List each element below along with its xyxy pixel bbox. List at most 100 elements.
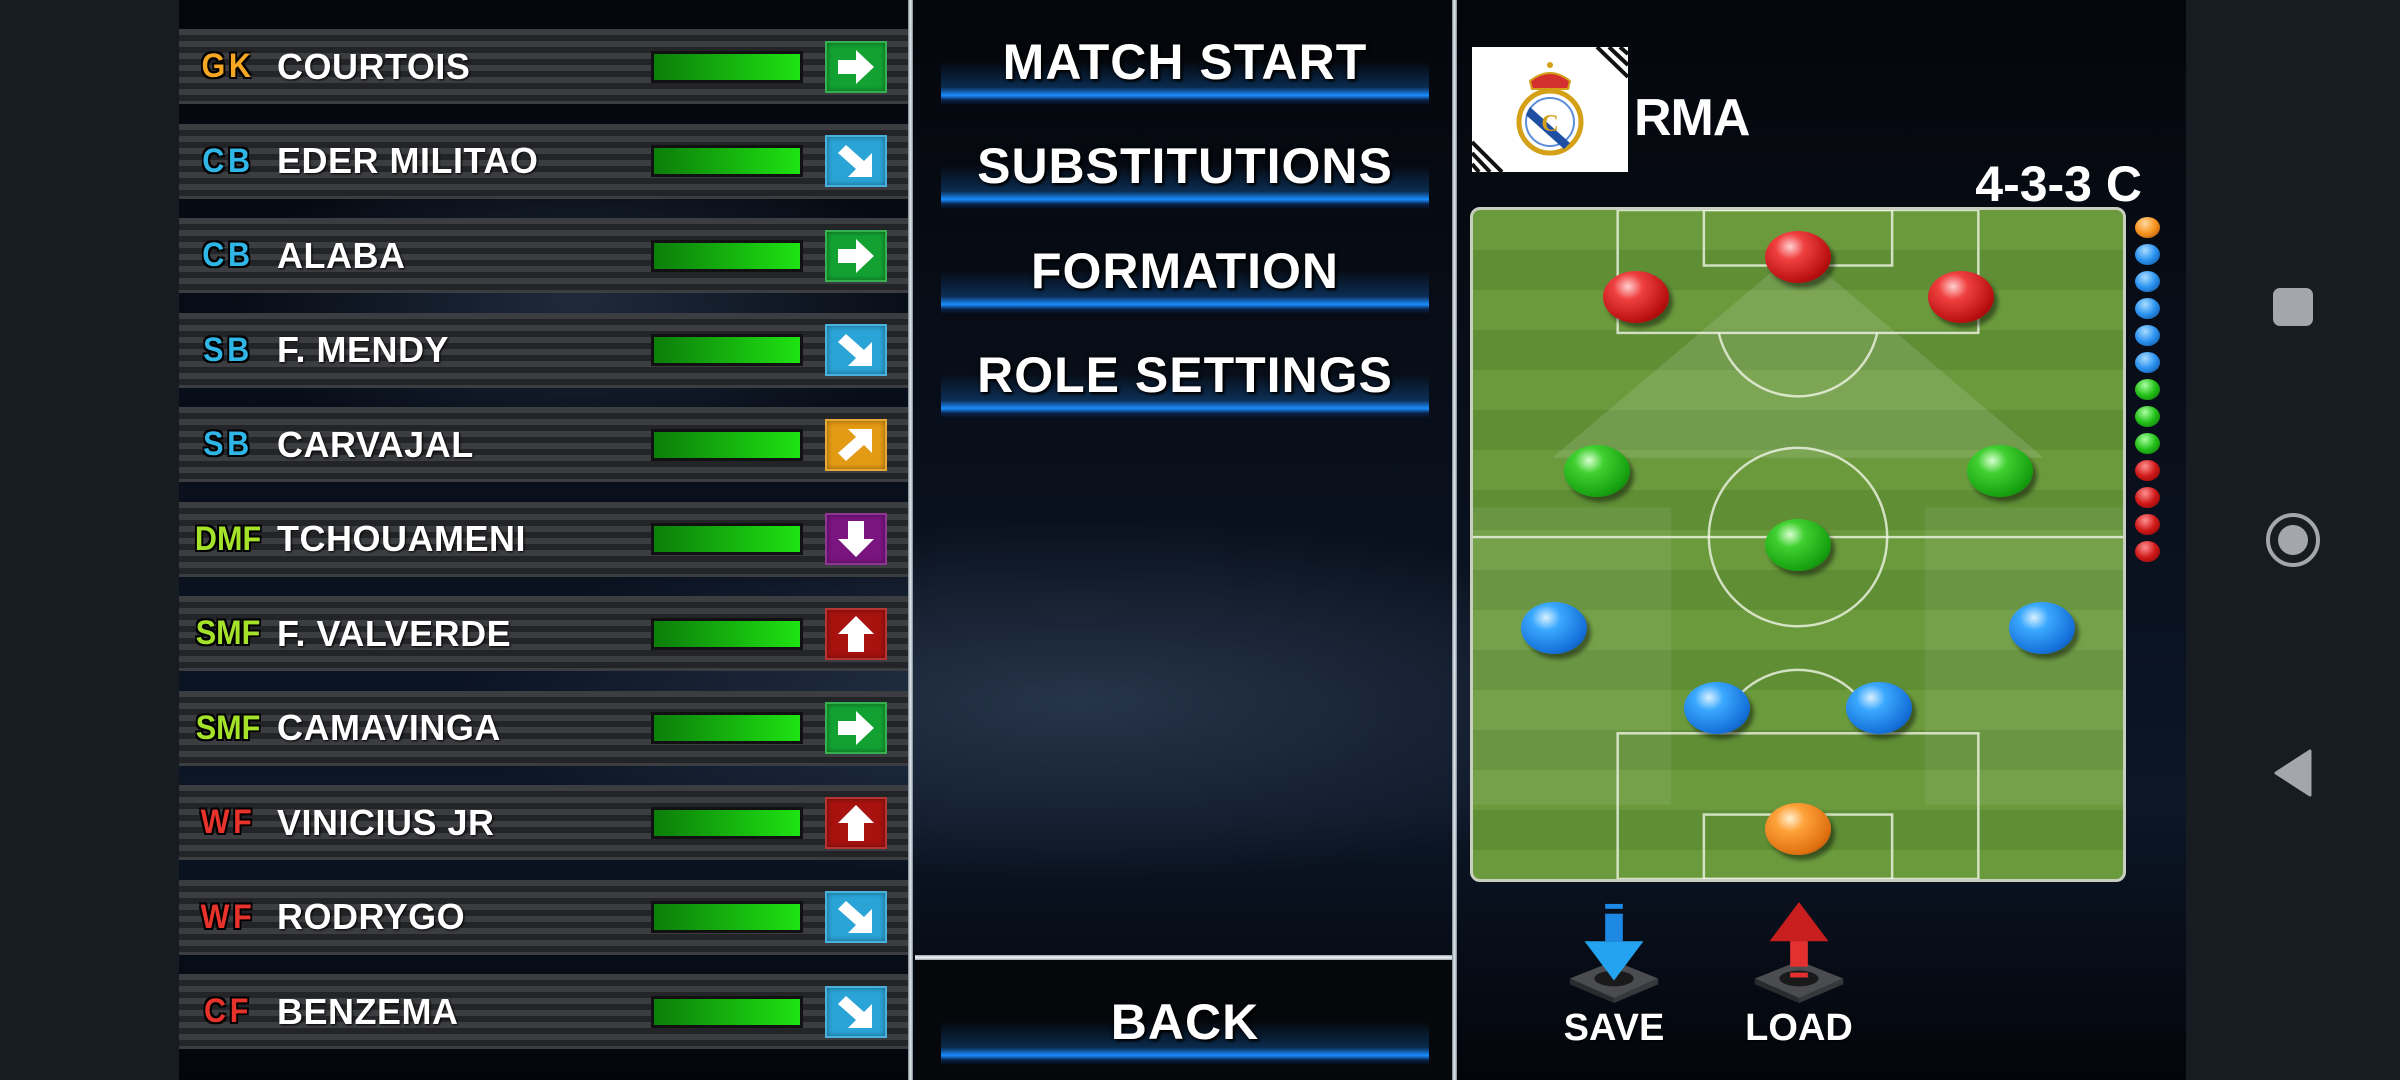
pitch-player-marker[interactable] — [1846, 682, 1913, 735]
load-upload-icon — [1754, 901, 1844, 1003]
squad-dot — [2135, 244, 2160, 265]
save-button[interactable]: SAVE — [1529, 900, 1699, 1050]
real-madrid-crest-icon: C — [1472, 47, 1628, 172]
form-down-arrow-icon — [825, 513, 887, 565]
position-badge: SMF — [195, 614, 261, 652]
home-button[interactable] — [2258, 505, 2328, 575]
player-row[interactable]: DMF TCHOUAMENI — [179, 501, 908, 577]
panel-divider — [1452, 0, 1457, 1080]
condition-bar — [651, 50, 803, 83]
player-row[interactable]: WF RODRYGO — [179, 879, 908, 955]
substitutions-button[interactable]: SUBSTITUTIONS — [941, 129, 1429, 209]
condition-bar — [651, 806, 803, 839]
screen: GK COURTOIS CB EDER MILITAO CB ALABA SB F. MEND… — [0, 0, 2400, 1080]
pitch-player-marker[interactable] — [1602, 270, 1669, 323]
squad-dot — [2135, 460, 2160, 481]
pitch-player-marker[interactable] — [1521, 602, 1588, 655]
match-start-button[interactable]: MATCH START — [941, 25, 1429, 105]
player-row[interactable]: GK COURTOIS — [179, 29, 908, 104]
player-row[interactable]: SMF CAMAVINGA — [179, 690, 908, 766]
pitch-player-marker[interactable] — [1765, 802, 1831, 855]
squad-dot — [2135, 352, 2160, 373]
formation-name: 4-3-3 C — [1975, 156, 2142, 212]
condition-bar-fill — [654, 620, 800, 647]
pitch-player-marker[interactable] — [1765, 518, 1831, 571]
player-roster: GK COURTOIS CB EDER MILITAO CB ALABA SB F. MEND… — [179, 0, 908, 1080]
panel-divider — [908, 0, 913, 1080]
form-right-arrow-icon — [825, 40, 887, 93]
player-name: TCHOUAMENI — [277, 518, 526, 559]
player-row[interactable]: SMF F. VALVERDE — [179, 596, 908, 671]
squad-dot — [2135, 217, 2160, 238]
player-row[interactable]: CF BENZEMA — [179, 974, 908, 1049]
condition-bar-fill — [654, 715, 800, 741]
formation-button[interactable]: FORMATION — [941, 234, 1429, 314]
pitch-player-marker[interactable] — [1927, 270, 1994, 323]
player-name: CARVAJAL — [277, 423, 474, 465]
form-up-right-arrow-icon — [825, 418, 887, 471]
position-badge: WF — [200, 897, 256, 936]
position-badge: CB — [202, 236, 254, 274]
pitch-player-marker[interactable] — [1966, 444, 2033, 497]
squad-dot — [2135, 433, 2160, 454]
player-name: ALABA — [277, 234, 406, 276]
game-view: GK COURTOIS CB EDER MILITAO CB ALABA SB F. MEND… — [179, 0, 2186, 1080]
condition-bar-fill — [654, 242, 800, 269]
position-badge: GK — [201, 47, 255, 85]
form-up-arrow-icon — [825, 796, 887, 849]
pitch-player-marker[interactable] — [1683, 682, 1750, 735]
squad-dot — [2135, 298, 2160, 319]
form-right-arrow-icon — [825, 702, 887, 754]
save-label: SAVE — [1563, 1007, 1665, 1049]
position-badge: CB — [202, 141, 254, 180]
condition-bar — [651, 239, 803, 272]
player-row[interactable]: SB F. MENDY — [179, 312, 908, 388]
player-name: BENZEMA — [277, 990, 459, 1032]
svg-text:C: C — [1541, 111, 1558, 137]
condition-bar — [651, 617, 803, 650]
condition-bar-fill — [654, 904, 800, 930]
player-row[interactable]: CB ALABA — [179, 218, 908, 293]
recents-button[interactable] — [2258, 272, 2328, 342]
squad-dot — [2135, 406, 2160, 427]
load-button[interactable]: LOAD — [1714, 900, 1884, 1050]
squad-dot — [2135, 271, 2160, 292]
squad-dot — [2135, 514, 2160, 535]
position-badge: SB — [203, 425, 253, 463]
form-down-right-arrow-icon — [825, 135, 887, 187]
back-button[interactable]: BACK — [941, 985, 1429, 1065]
back-nav-button[interactable] — [2258, 738, 2328, 808]
player-name: RODRYGO — [277, 896, 466, 937]
condition-bar-fill — [654, 337, 800, 363]
position-badge: SB — [203, 330, 253, 369]
player-name: F. MENDY — [277, 329, 450, 370]
formation-pitch[interactable] — [1470, 207, 2126, 882]
squad-dot-column — [2135, 217, 2161, 568]
form-up-arrow-icon — [825, 607, 887, 660]
position-badge: SMF — [195, 708, 261, 747]
position-badge: DMF — [194, 519, 262, 558]
player-row[interactable]: WF VINICIUS JR — [179, 785, 908, 860]
pitch-player-marker[interactable] — [1765, 230, 1831, 283]
condition-bar-fill — [654, 53, 800, 80]
position-badge: WF — [200, 803, 256, 841]
condition-bar — [651, 145, 803, 177]
condition-bar — [651, 334, 803, 366]
player-row[interactable]: CB EDER MILITAO — [179, 123, 908, 199]
player-row[interactable]: SB CARVAJAL — [179, 407, 908, 482]
team-name: RMA — [1634, 89, 1750, 147]
squad-dot — [2135, 379, 2160, 400]
main-menu: MATCH START SUBSTITUTIONS FORMATION ROLE… — [915, 0, 1452, 1080]
pitch-player-marker[interactable] — [1563, 444, 1630, 497]
condition-bar-fill — [654, 148, 800, 174]
match-start-label: MATCH START — [1002, 34, 1368, 90]
player-name: F. VALVERDE — [277, 612, 512, 654]
condition-bar-fill — [654, 431, 800, 458]
condition-bar-fill — [654, 526, 800, 552]
player-name: VINICIUS JR — [277, 801, 495, 843]
team-panel: C RMA 4-3-3 C SAVE LOAD — [1458, 0, 2186, 1080]
condition-bar — [651, 523, 803, 555]
form-right-arrow-icon — [825, 229, 887, 282]
pitch-player-marker[interactable] — [2008, 602, 2075, 655]
role-settings-button[interactable]: ROLE SETTINGS — [941, 338, 1429, 418]
